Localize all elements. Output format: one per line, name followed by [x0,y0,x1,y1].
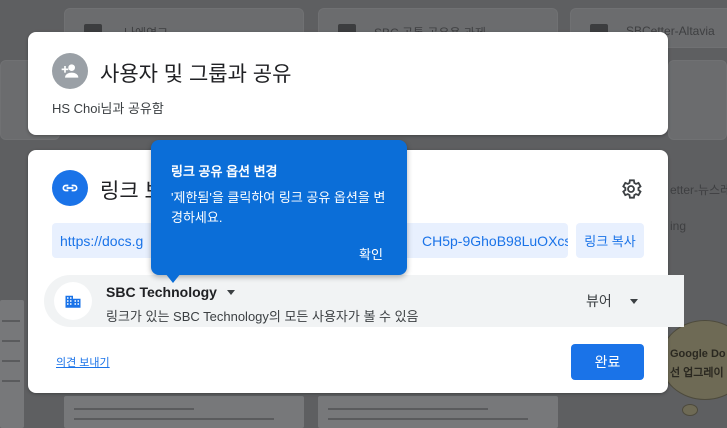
link-share-tooltip: 링크 공유 옵션 변경 '제한됨'을 클릭하여 링크 공유 옵션을 변경하세요.… [151,140,407,283]
send-feedback-link[interactable]: 의견 보내기 [56,354,110,370]
access-scope-dropdown[interactable]: SBC Technology [106,284,235,300]
copy-link-button[interactable]: 링크 복사 [576,223,644,258]
bg-doc-preview [0,300,24,428]
bg-bubble-dot [682,404,698,416]
bg-item-label: etter-뉴스레 [670,183,727,197]
bg-item-label: ing [670,219,687,233]
role-label: 뷰어 [586,293,612,309]
bg-bubble-graphic [660,320,727,400]
done-button[interactable]: 완료 [571,344,644,380]
chevron-down-icon [629,298,638,304]
bg-bubble-text: Google Do [670,348,726,360]
bg-doc-preview [64,396,304,428]
gear-icon[interactable] [619,177,643,201]
org-name-label: SBC Technology [106,284,217,300]
chevron-down-icon [226,289,235,295]
tooltip-title: 링크 공유 옵션 변경 [171,164,278,179]
role-dropdown[interactable]: 뷰어 [586,291,638,311]
building-icon [54,282,92,320]
tooltip-body: '제한됨'을 클릭하여 링크 공유 옵션을 변경하세요. [171,190,386,225]
bg-bubble-text: 선 업그레이 [670,367,724,379]
link-url-start: https://docs.g [60,232,144,249]
bg-doc-preview [318,396,558,428]
person-add-icon [52,53,88,89]
share-people-title: 사용자 및 그룹과 공유 [100,63,292,86]
bg-tile [668,60,727,140]
share-people-card: 사용자 및 그룹과 공유 HS Choi님과 공유함 [28,32,668,135]
tooltip-ok-button[interactable]: 확인 [359,244,383,263]
general-access-row: SBC Technology 링크가 있는 SBC Technology의 모든… [44,275,684,327]
link-icon [52,170,88,206]
tooltip-arrow [165,273,181,283]
link-url-end: CH5p-9GhoB98LuOXcs... [422,232,568,249]
owner-text: HS Choi님과 공유함 [52,101,164,116]
access-description: 링크가 있는 SBC Technology의 모든 사용자가 볼 수 있음 [106,309,419,324]
